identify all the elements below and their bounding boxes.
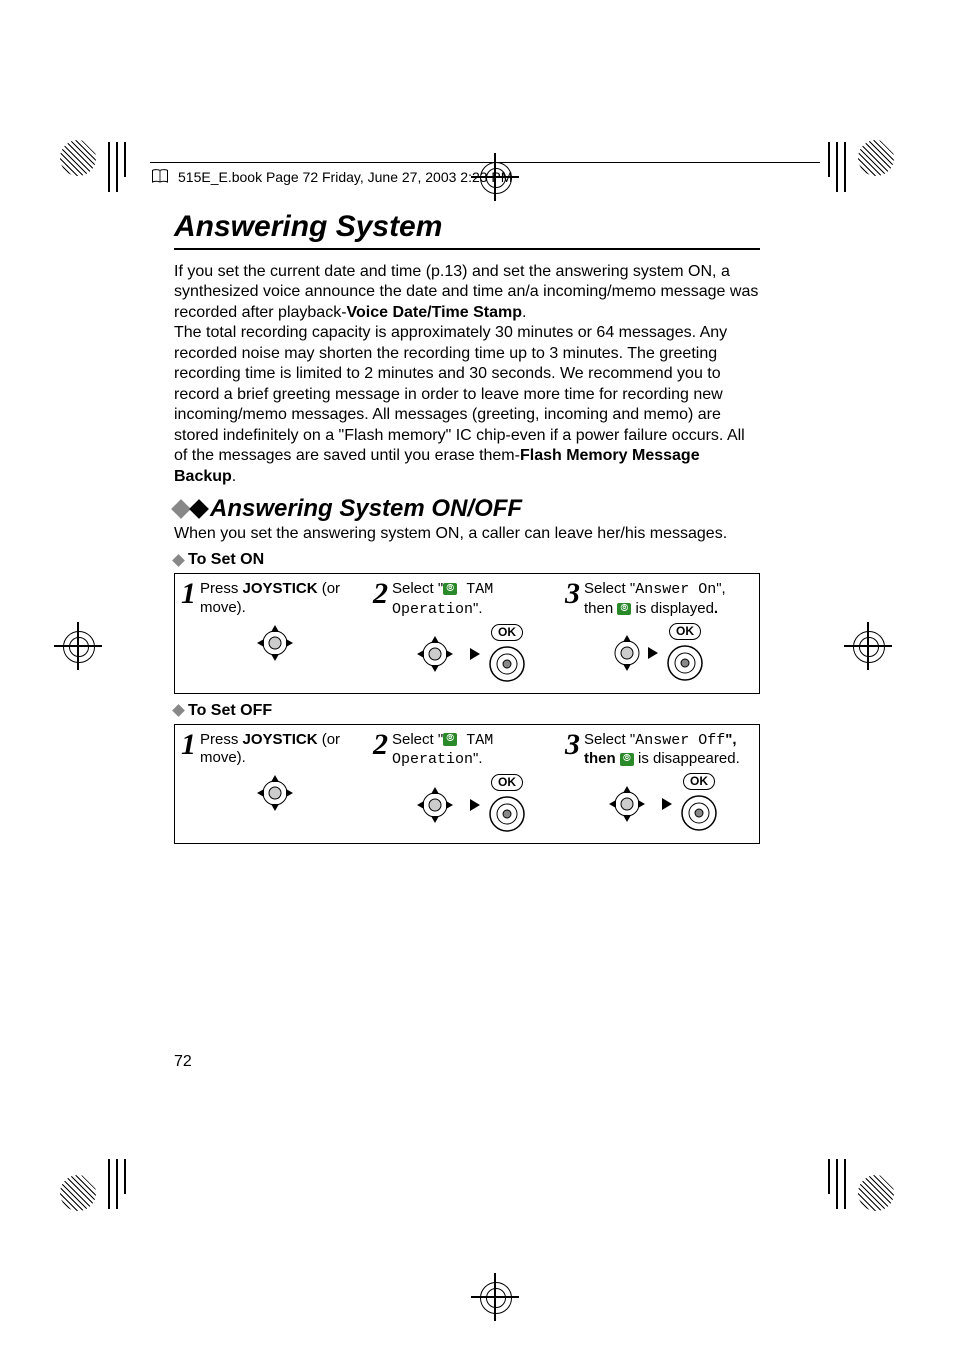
- section-heading: Answering System ON/OFF: [174, 495, 760, 523]
- registration-bars: [108, 142, 130, 192]
- joystick-press-icon: [678, 792, 720, 834]
- steps-set-off: 1 Press JOYSTICK (or move). 2 Select "⦾ …: [174, 724, 760, 845]
- diamond-icon: [171, 499, 191, 519]
- diamond-icon: [172, 704, 185, 717]
- joystick-4way-icon: [246, 622, 304, 664]
- ok-button-icon: OK: [491, 774, 523, 791]
- intro-text: .: [232, 468, 236, 485]
- tam-icon: ⦾: [443, 733, 457, 746]
- step-text: .: [714, 600, 718, 617]
- step-text: is displayed: [631, 600, 714, 617]
- step-text: Press: [200, 731, 243, 748]
- page-number: 72: [174, 1053, 192, 1071]
- step-text: is disappeared.: [634, 750, 740, 767]
- diamond-icon: [172, 554, 185, 567]
- step-1: 1 Press JOYSTICK (or move).: [181, 731, 369, 836]
- step-number: 1: [181, 580, 196, 607]
- section-title-text: Answering System ON/OFF: [210, 495, 522, 523]
- tam-icon: ⦾: [617, 603, 631, 616]
- steps-set-on: 1 Press JOYSTICK (or move). 2 Select "⦾ …: [174, 573, 760, 694]
- joystick-4way-icon: [246, 772, 304, 814]
- step-number: 3: [565, 580, 580, 607]
- ok-button-icon: OK: [491, 624, 523, 641]
- subheading-text: To Set ON: [188, 551, 264, 569]
- arrow-right-icon: [662, 798, 672, 810]
- diamond-icon: [189, 499, 209, 519]
- step-text: Select ": [584, 580, 635, 597]
- step-3: 3 Select "Answer On", then ⦾ is displaye…: [565, 580, 753, 685]
- header-text: 515E_E.book Page 72 Friday, June 27, 200…: [178, 169, 512, 185]
- joystick-4way-icon: [406, 633, 464, 675]
- intro-paragraph-1: If you set the current date and time (p.…: [174, 262, 760, 323]
- step-number: 1: [181, 731, 196, 758]
- registration-mark-br: [850, 1167, 894, 1211]
- subheading-text: To Set OFF: [188, 702, 272, 720]
- step-text-bold: JOYSTICK: [243, 580, 318, 597]
- registration-mark-ml: [60, 628, 104, 672]
- registration-mark-bl: [60, 1167, 104, 1211]
- step-text: ".: [473, 750, 483, 767]
- subheading-set-on: To Set ON: [174, 551, 760, 569]
- step-text: Select ": [392, 731, 443, 748]
- arrow-right-icon: [648, 647, 658, 659]
- joystick-press-icon: [486, 793, 528, 835]
- step-text: Select ": [584, 731, 635, 748]
- arrow-right-icon: [470, 799, 480, 811]
- tam-icon: ⦾: [620, 753, 634, 766]
- step-text: ".: [473, 600, 483, 617]
- step-text: Press: [200, 580, 243, 597]
- step-text-mono: Answer On: [635, 581, 716, 598]
- joystick-press-icon: [664, 642, 706, 684]
- step-3: 3 Select "Answer Off", then ⦾ is disappe…: [565, 731, 753, 836]
- step-2: 2 Select "⦾ TAM Operation". OK: [373, 580, 561, 685]
- step-number: 2: [373, 731, 388, 758]
- subheading-set-off: To Set OFF: [174, 702, 760, 720]
- book-icon: [150, 167, 170, 187]
- registration-mark-mr: [850, 628, 894, 672]
- joystick-4way-icon: [598, 783, 656, 825]
- registration-bars: [824, 1159, 846, 1209]
- joystick-press-icon: [486, 643, 528, 685]
- step-number: 3: [565, 731, 580, 758]
- step-2: 2 Select "⦾ TAM Operation". OK: [373, 731, 561, 836]
- step-number: 2: [373, 580, 388, 607]
- page-content: Answering System If you set the current …: [174, 210, 760, 852]
- joystick-4way-icon: [406, 784, 464, 826]
- step-text-mono: Answer Off: [635, 732, 725, 749]
- step-text: Select ": [392, 580, 443, 597]
- intro-paragraph-2: The total recording capacity is approxim…: [174, 323, 760, 487]
- ok-button-icon: OK: [669, 623, 701, 640]
- registration-bars: [108, 1159, 130, 1209]
- joystick-updown-icon: [612, 632, 642, 674]
- intro-bold: Voice Date/Time Stamp: [347, 304, 522, 321]
- registration-bars: [824, 142, 846, 192]
- tam-icon: ⦾: [443, 583, 457, 596]
- intro-text: .: [522, 304, 526, 321]
- ok-button-icon: OK: [683, 773, 715, 790]
- intro-text: The total recording capacity is approxim…: [174, 324, 745, 464]
- arrow-right-icon: [470, 648, 480, 660]
- step-1: 1 Press JOYSTICK (or move).: [181, 580, 369, 685]
- step-text-bold: JOYSTICK: [243, 731, 318, 748]
- page-header: 515E_E.book Page 72 Friday, June 27, 200…: [150, 162, 820, 191]
- registration-mark-tr: [850, 140, 894, 184]
- registration-mark-tl: [60, 140, 104, 184]
- title-rule: [174, 248, 760, 250]
- section-caption: When you set the answering system ON, a …: [174, 525, 760, 543]
- page-title: Answering System: [174, 210, 760, 244]
